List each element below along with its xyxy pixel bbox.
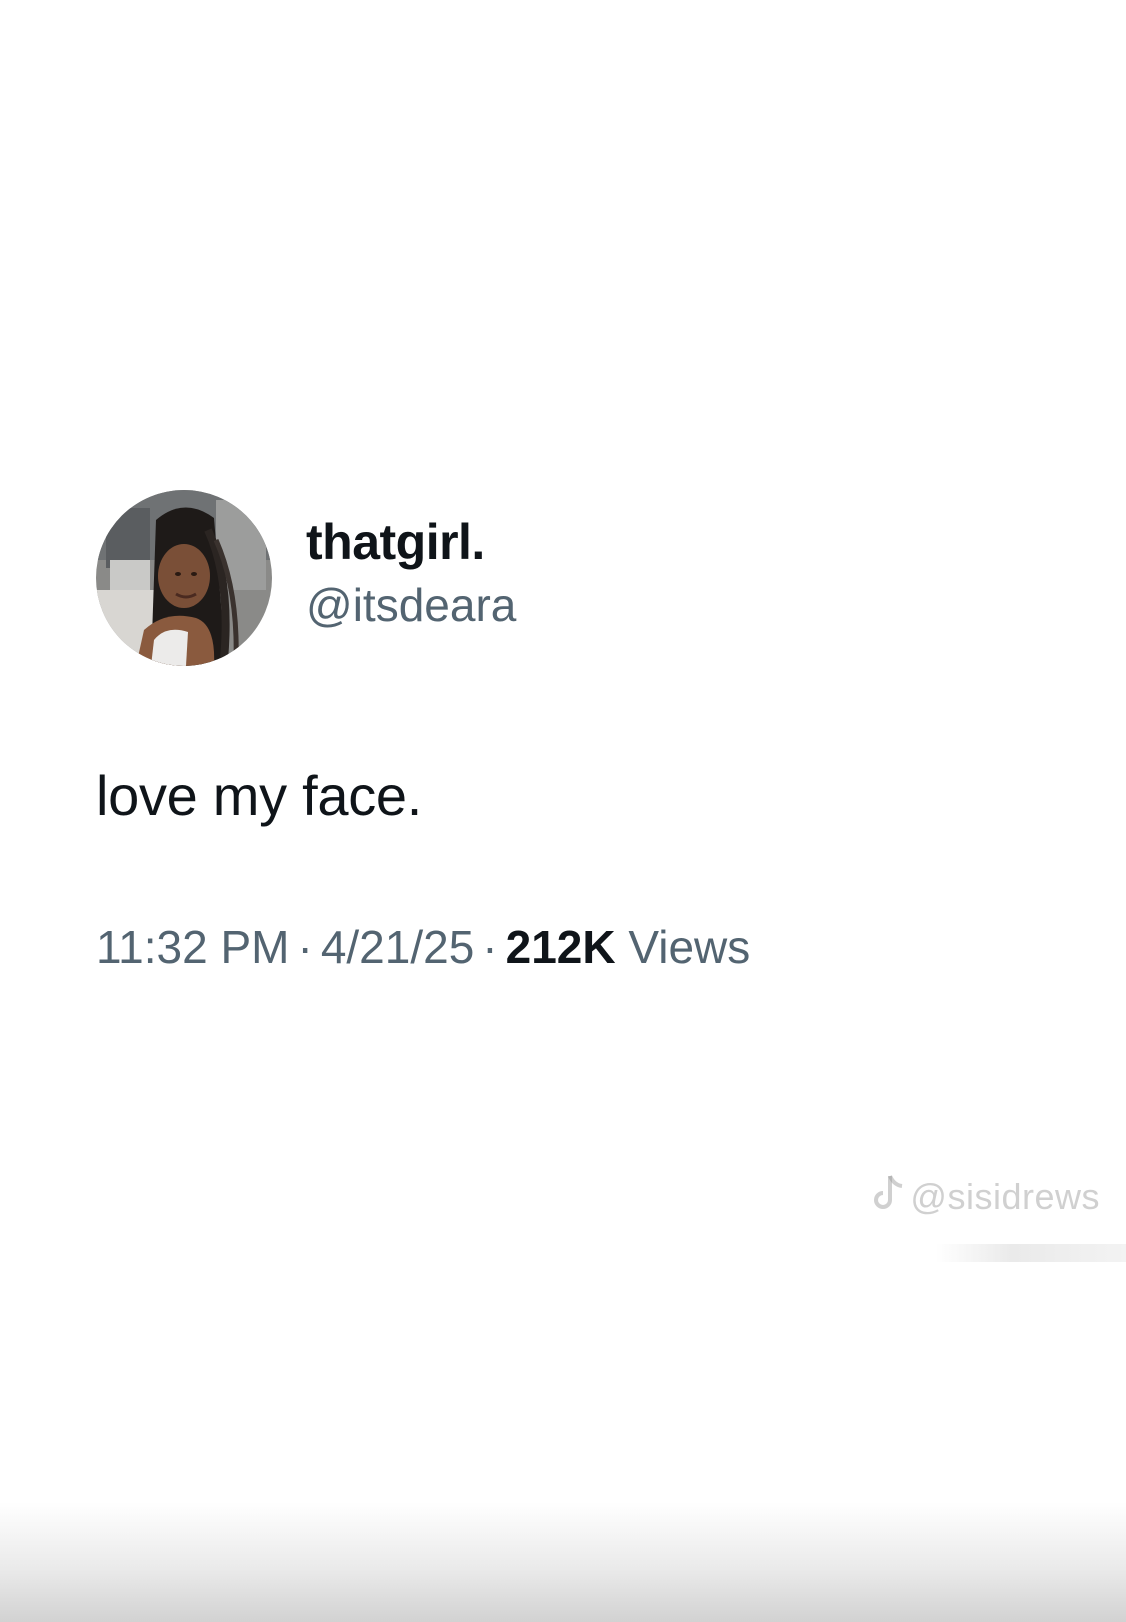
avatar[interactable] — [96, 490, 272, 666]
tweet-date[interactable]: 4/21/25 — [321, 921, 474, 973]
avatar-photo — [96, 490, 272, 666]
views-label: Views — [628, 921, 751, 973]
watermark-handle: @sisidrews — [910, 1175, 1100, 1217]
tweet-card: thatgirl. @itsdeara love my face. 11:32 … — [96, 490, 1056, 976]
user-handle[interactable]: @itsdeara — [306, 576, 516, 634]
separator-dot: · — [297, 921, 313, 973]
tweet-metadata: 11:32 PM · 4/21/25 · 212K Views — [96, 918, 1056, 976]
views-count[interactable]: 212K — [506, 921, 616, 973]
tiktok-note-icon — [870, 1172, 908, 1221]
watermark: @sisidrews — [870, 1172, 1100, 1221]
tweet-time[interactable]: 11:32 PM — [96, 921, 289, 973]
bottom-shade — [0, 1502, 1126, 1622]
author-names: thatgirl. @itsdeara — [306, 512, 516, 634]
display-name[interactable]: thatgirl. — [306, 512, 516, 572]
tweet-text: love my face. — [96, 764, 423, 827]
tweet-author[interactable]: thatgirl. @itsdeara — [96, 490, 1056, 666]
separator-dot: · — [482, 921, 498, 973]
watermark-subline — [936, 1244, 1126, 1262]
